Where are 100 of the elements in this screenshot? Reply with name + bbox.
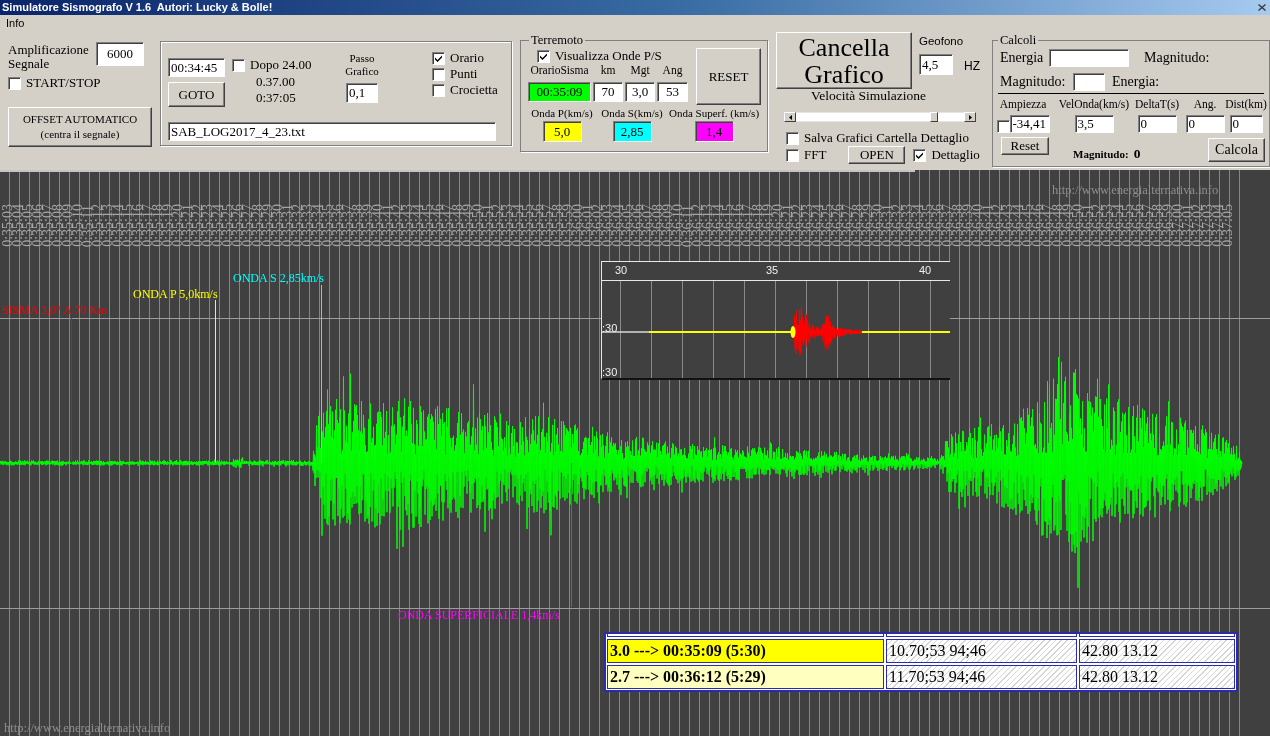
time-label: 0:36:36 xyxy=(933,204,943,247)
time-label: 0:35:17 xyxy=(143,204,153,247)
scroll-left-button[interactable] xyxy=(784,112,796,122)
clear-chart-button[interactable]: Cancella Grafico xyxy=(776,32,912,89)
file-name-field[interactable]: SAB_LOG2017_4_23.txt xyxy=(168,122,496,141)
right-arrow-icon xyxy=(968,114,972,120)
time-label: 0:35:53 xyxy=(503,204,513,247)
column-label: Ampiezza xyxy=(999,97,1047,111)
time-reading: 0:37:05 xyxy=(256,90,296,106)
time-label: 0:35:07 xyxy=(43,204,53,247)
time-label: 0:36:28 xyxy=(853,204,863,247)
time-field[interactable]: 00:34:45 xyxy=(168,58,225,77)
close-icon xyxy=(1258,4,1266,11)
checkbox-label: Dettaglio xyxy=(931,148,980,162)
time-label: 0:35:46 xyxy=(433,204,443,247)
time-label: 0:35:13 xyxy=(103,204,113,247)
checkbox[interactable] xyxy=(996,120,1010,133)
value-field[interactable]: 0 xyxy=(1185,115,1225,133)
value-field[interactable]: 00:35:09 xyxy=(528,82,591,102)
left-arrow-icon xyxy=(788,114,792,120)
goto-button[interactable]: GOTO xyxy=(168,82,225,107)
marker-label: ONDA SUPERFICIALE 1,4km/s xyxy=(398,609,560,622)
offset-button[interactable]: OFFSET AUTOMATICO (centra il segnale) xyxy=(8,107,152,147)
open-button[interactable]: OPEN xyxy=(848,146,906,164)
magnitude-value: 0 xyxy=(1133,147,1141,161)
time-label: 0:36:48 xyxy=(1053,204,1063,247)
result-label: Energia: xyxy=(1112,74,1160,90)
time-label: 0:36:03 xyxy=(603,204,613,247)
wave-speed-field[interactable]: 5,0 xyxy=(542,121,582,142)
time-label: 0:36:59 xyxy=(1163,204,1173,247)
checkbox-label: Visualizza Onde P/S xyxy=(555,49,662,63)
time-label: 0:36:14 xyxy=(713,204,723,247)
value-field[interactable]: -34,41 xyxy=(1009,115,1050,133)
time-label: 0:36:16 xyxy=(733,204,743,247)
time-label: 0:35:23 xyxy=(203,204,213,247)
scroll-right-button[interactable] xyxy=(964,112,976,122)
time-label: 0:36:35 xyxy=(923,204,933,247)
time-label: 0:36:01 xyxy=(583,204,593,247)
time-label: 0:35:39 xyxy=(363,204,373,247)
value-field[interactable]: 3,5 xyxy=(1074,115,1114,133)
time-label: 0:36:53 xyxy=(1103,204,1113,247)
value-field[interactable]: 0 xyxy=(1137,115,1177,133)
check-icon xyxy=(435,54,442,62)
time-label: 0:36:39 xyxy=(963,204,973,247)
axis-tick-label: :30 xyxy=(602,366,618,378)
reset-button[interactable]: RESET xyxy=(696,48,761,105)
checkbox[interactable] xyxy=(432,83,445,97)
energy-label: Energia xyxy=(1000,50,1045,66)
time-label: 0:36:56 xyxy=(1133,204,1143,247)
time-label: 0:36:57 xyxy=(1143,204,1153,247)
slider-thumb[interactable] xyxy=(930,112,938,122)
table-cell: 11.70;53 94;46 xyxy=(886,665,1077,689)
value-field[interactable]: 70 xyxy=(593,82,623,102)
time-label: 0:36:09 xyxy=(663,204,673,247)
checkbox-label: Dopo 24.00 xyxy=(250,58,312,72)
time-label: 0:36:27 xyxy=(843,204,853,247)
checkbox-label: Orario xyxy=(450,51,484,65)
time-label: 0:35:49 xyxy=(463,204,473,247)
axis-tick-label: 35 xyxy=(766,264,779,277)
time-label: 0:35:54 xyxy=(513,204,523,247)
time-label: 0:35:41 xyxy=(383,204,393,247)
checkbox[interactable] xyxy=(432,67,445,81)
time-label: 0:36:55 xyxy=(1123,204,1133,247)
checkbox[interactable] xyxy=(537,49,550,63)
time-label: 0:36:43 xyxy=(1003,204,1013,247)
value-field[interactable]: 0 xyxy=(1229,115,1263,133)
time-label: 0:37:02 xyxy=(1193,204,1203,247)
menu-item[interactable]: Info xyxy=(5,17,26,30)
frequency-field[interactable]: 4,5 xyxy=(919,54,953,75)
wave-speed-field[interactable]: 2,85 xyxy=(612,121,652,142)
time-label: 0:35:55 xyxy=(523,204,533,247)
checkbox[interactable] xyxy=(913,148,927,162)
checkbox[interactable] xyxy=(8,76,21,90)
reset-button[interactable]: Reset xyxy=(1001,137,1049,155)
time-label: 0:36:24 xyxy=(813,204,823,247)
step-field[interactable]: 0,1 xyxy=(346,83,378,103)
checkbox[interactable] xyxy=(232,58,245,72)
speed-label: Velocità Simulazione xyxy=(811,89,927,103)
time-label: 0:35:27 xyxy=(243,204,253,247)
group-title: Calcoli xyxy=(998,34,1039,47)
time-label: 0:35:11 xyxy=(83,204,93,247)
value-field[interactable]: 53 xyxy=(657,82,688,102)
checkbox[interactable] xyxy=(432,51,445,65)
time-label: 0:35:45 xyxy=(423,204,433,247)
amplification-field[interactable]: 6000 xyxy=(96,42,144,66)
value-field[interactable]: 3,0 xyxy=(625,82,655,102)
column-label: Dist(km) xyxy=(1225,97,1267,111)
column-label: OrarioSisma xyxy=(530,63,589,77)
time-label: 0:36:52 xyxy=(1093,204,1103,247)
energy-field[interactable] xyxy=(1049,49,1129,67)
magnitude-field[interactable] xyxy=(1073,73,1105,91)
amplification-label: Amplificazione Segnale xyxy=(8,42,90,71)
calculate-button[interactable]: Calcola xyxy=(1208,138,1265,162)
close-button[interactable] xyxy=(1257,2,1267,13)
wave-speed-field[interactable]: 1,4 xyxy=(694,121,734,142)
checkbox[interactable] xyxy=(786,148,799,162)
time-label: 0:36:07 xyxy=(643,204,653,247)
time-label: 0:35:52 xyxy=(493,204,503,247)
checkbox[interactable] xyxy=(786,131,799,145)
time-label: 0:35:37 xyxy=(343,204,353,247)
